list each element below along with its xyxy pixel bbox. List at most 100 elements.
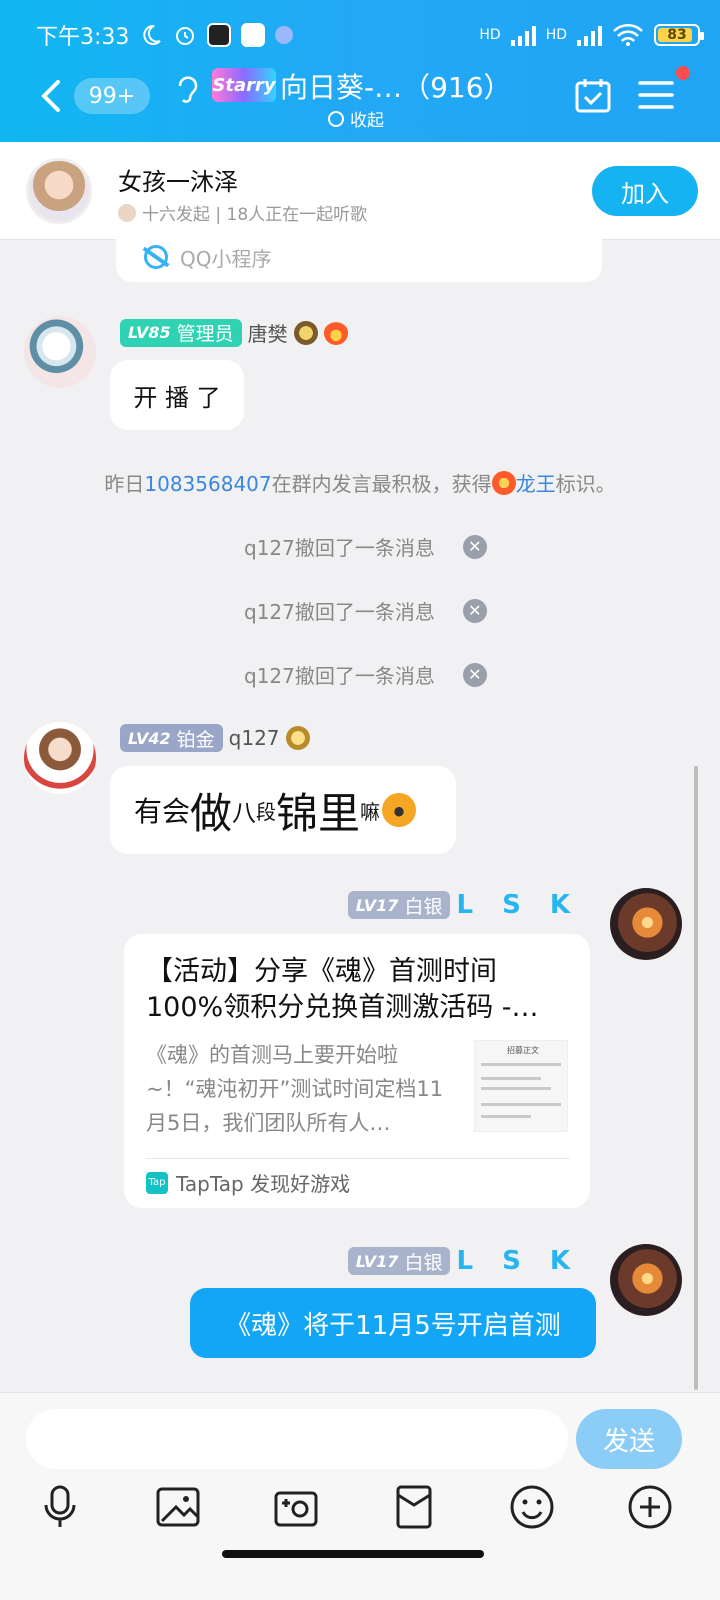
close-icon[interactable]: ✕ [462, 534, 487, 559]
my-avatar[interactable] [610, 888, 682, 960]
share-card[interactable]: 【活动】分享《魂》首测时间100%领积分兑换首测激活码 -… 《魂》的首测马上要… [124, 934, 590, 1208]
message-bubble[interactable]: 开 播 了 [110, 360, 244, 430]
toolbar [0, 1481, 720, 1551]
share-card-title: 【活动】分享《魂》首测时间100%领积分兑换首测激活码 -… [146, 956, 539, 1023]
message-fragment: 有会 [134, 795, 191, 828]
starter-avatar [118, 203, 136, 222]
wifi-icon [613, 24, 643, 46]
scrollbar[interactable] [694, 766, 698, 1390]
listen-subtitle-text: 十六发起 | 18人正在一起听歌 [142, 205, 368, 225]
recall-notice: q127撤回了一条消息 ✕ [244, 660, 487, 689]
notification-dot [676, 66, 690, 80]
close-icon[interactable]: ✕ [462, 662, 487, 687]
app-notify-icon-2 [241, 23, 266, 47]
share-card-source-label: TapTap 发现好游戏 [176, 1172, 351, 1196]
hd-label-1: HD [479, 27, 501, 43]
unread-count-badge[interactable]: 99+ [74, 78, 150, 114]
message-bubble[interactable]: 有会做八段锦里嘛 [110, 766, 456, 854]
group-logo: Starry [212, 68, 276, 102]
fire-icon [323, 320, 348, 345]
close-icon[interactable]: ✕ [462, 598, 487, 623]
share-card-description: 《魂》的首测马上要开始啦~！“魂沌初开”测试时间定档11月5日，我们团队所有人… [146, 1043, 444, 1135]
recall-notice: q127撤回了一条消息 ✕ [244, 532, 487, 561]
emoji-icon[interactable] [506, 1481, 558, 1533]
level-text: LV85 [128, 323, 171, 342]
group-title[interactable]: 向日葵-…（916） [280, 66, 512, 106]
tiger-emoji-icon [382, 793, 417, 827]
message-meta: LV42 铂金 q127 [120, 724, 310, 752]
recall-text: q127撤回了一条消息 [244, 664, 435, 688]
hd-label-2: HD [545, 27, 567, 43]
sender-name[interactable]: 唐樊 [248, 318, 288, 347]
share-card-thumbnail: 招募正文 [474, 1040, 568, 1132]
status-time: 下午3:33 [36, 25, 130, 50]
chevron-up-icon [328, 110, 344, 127]
sender-name[interactable]: q127 [229, 726, 280, 750]
back-icon[interactable] [34, 76, 68, 116]
message-meta: LV17 白银 L S K [347, 1246, 580, 1276]
ear-icon[interactable] [172, 72, 202, 106]
recall-text: q127撤回了一条消息 [244, 536, 435, 560]
listen-host-avatar[interactable] [26, 158, 92, 224]
collapse-label: 收起 [350, 111, 384, 131]
share-card-source: Tap TapTap 发现好游戏 [146, 1168, 350, 1197]
alarm-icon [176, 27, 195, 45]
listen-subtitle: 十六发起 | 18人正在一起听歌 [118, 200, 367, 225]
signal-icon-2 [577, 24, 602, 46]
level-badge: LV42 铂金 [120, 724, 223, 752]
my-avatar[interactable] [610, 1244, 682, 1316]
level-text: LV17 [355, 895, 399, 915]
image-icon[interactable] [152, 1481, 204, 1533]
battery-icon: 83 [654, 24, 704, 46]
sender-name[interactable]: L S K [456, 890, 580, 920]
collapse-toggle[interactable]: 收起 [328, 106, 384, 131]
red-packet-icon[interactable] [388, 1481, 440, 1533]
notice-pre: 昨日 [104, 472, 145, 496]
dragon-king-icon [491, 471, 516, 495]
message-input[interactable] [26, 1409, 568, 1469]
card-divider [146, 1158, 570, 1159]
badge-title: 白银 [404, 895, 443, 918]
notice-post: 标识。 [555, 472, 616, 496]
notice-user-link[interactable]: 1083568407 [144, 472, 271, 496]
level-badge: LV85 管理员 [120, 318, 242, 347]
notice-mid: 在群内发言最积极，获得 [271, 472, 492, 496]
listen-together-bar[interactable]: 女孩一沐泽 十六发起 | 18人正在一起听歌 加入 [0, 142, 720, 240]
badge-title: 白银 [404, 1251, 443, 1274]
moon-icon [143, 24, 162, 45]
listen-host-name: 女孩一沐泽 [118, 168, 238, 196]
mini-program-card[interactable]: QQ小程序 [116, 232, 602, 282]
home-indicator[interactable] [222, 1550, 484, 1558]
level-text: LV42 [128, 728, 171, 748]
join-button[interactable]: 加入 [592, 166, 698, 216]
calendar-check-icon[interactable] [574, 76, 612, 114]
app-notify-icon-3 [275, 26, 294, 44]
battery-level: 83 [667, 27, 687, 43]
nav-row: 99+ Starry 向日葵-…（916） 收起 [0, 66, 720, 131]
sender-avatar[interactable] [24, 722, 96, 794]
message-fragment: 八 [232, 798, 257, 827]
mic-icon[interactable] [34, 1481, 86, 1533]
mini-program-label: QQ小程序 [180, 246, 272, 271]
sender-avatar[interactable] [24, 316, 96, 388]
message-meta: LV85 管理员 唐樊 [120, 318, 348, 347]
camera-icon[interactable] [270, 1481, 322, 1533]
top-bar: 下午3:33 HD HD 83 99+ Starry 向日葵-…（916） 收起 [0, 0, 720, 142]
plus-icon[interactable] [624, 1481, 676, 1533]
send-button[interactable]: 发送 [576, 1409, 682, 1469]
my-message-bubble[interactable]: 《魂》将于11月5号开启首测 [190, 1288, 596, 1358]
badge-title: 铂金 [176, 728, 215, 751]
message-fragment: 做 [190, 788, 233, 838]
level-badge: LV17 白银 [347, 1247, 451, 1275]
taptap-icon: Tap [146, 1171, 168, 1194]
badge-title: 管理员 [176, 323, 234, 345]
sender-name[interactable]: L S K [456, 1246, 580, 1276]
notice-tag-link[interactable]: 龙王 [516, 472, 556, 496]
message-fragment: 段 [256, 799, 277, 824]
platinum-badge-icon [285, 726, 310, 750]
app-notify-icon [207, 23, 232, 47]
status-bar: 下午3:33 HD HD 83 [36, 18, 704, 52]
system-notice: 昨日1083568407在群内发言最积极，获得 龙王标识。 [0, 468, 720, 497]
menu-icon[interactable] [638, 78, 674, 112]
status-right: HD HD 83 [479, 23, 704, 47]
